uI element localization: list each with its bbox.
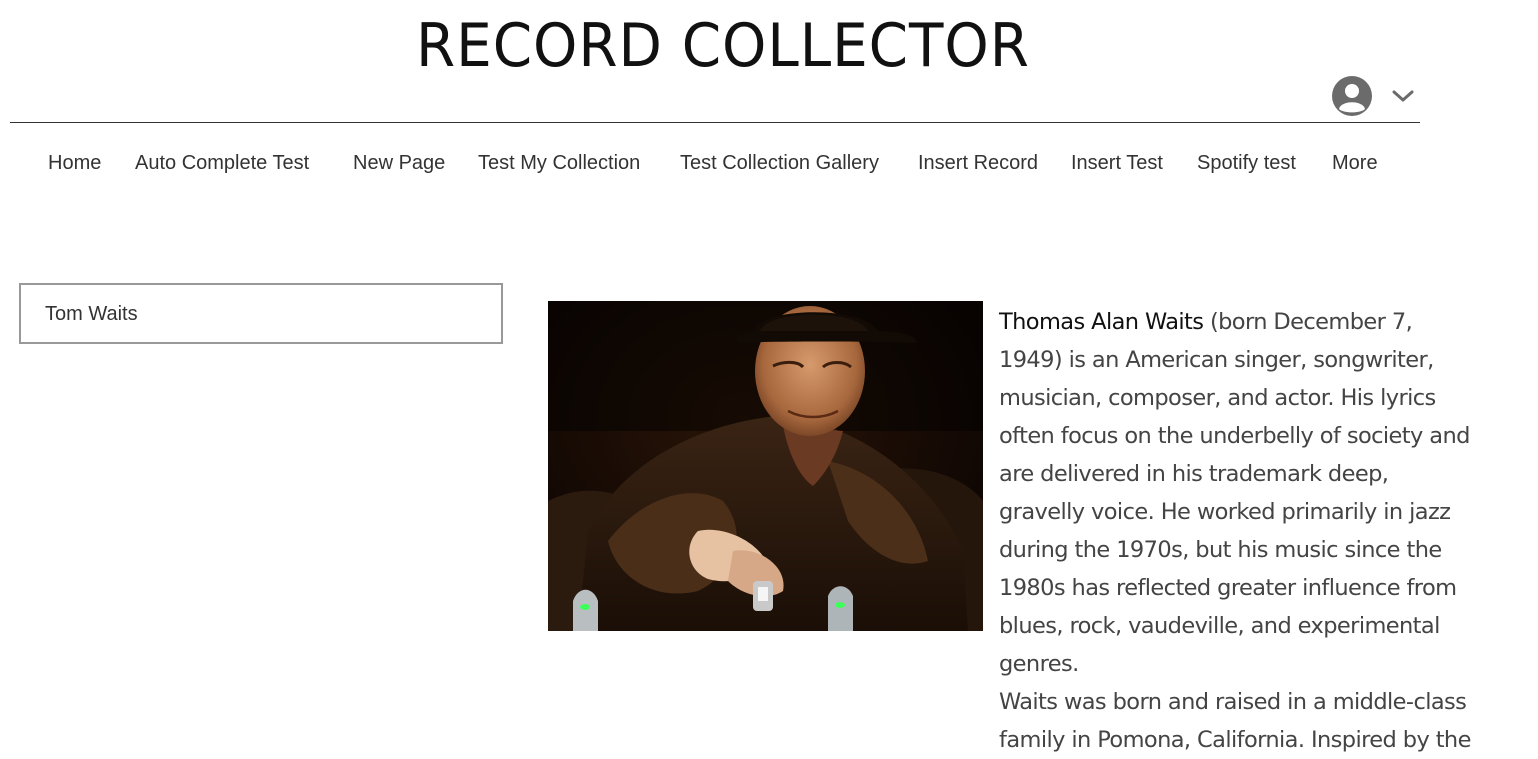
- artist-bio-text: 1949) is an American singer, songwriter,…: [999, 347, 1470, 677]
- artist-bio: Thomas Alan Waits (born December 7, 1949…: [999, 303, 1474, 759]
- artist-search-field[interactable]: [19, 283, 503, 344]
- chevron-down-icon[interactable]: [1390, 86, 1416, 106]
- main-nav: Home Auto Complete Test New Page Test My…: [0, 146, 1420, 182]
- nav-item-spotify-test[interactable]: Spotify test: [1197, 146, 1296, 182]
- nav-item-auto-complete-test[interactable]: Auto Complete Test: [135, 146, 309, 182]
- nav-item-insert-test[interactable]: Insert Test: [1071, 146, 1163, 182]
- nav-item-more[interactable]: More: [1332, 146, 1378, 182]
- artist-name: Thomas Alan Waits: [999, 309, 1204, 335]
- header-divider: [10, 122, 1420, 123]
- artist-photo: [548, 301, 983, 631]
- site-title[interactable]: RECORD COLLECTOR: [416, 8, 1029, 84]
- artist-bio-paragraph: Thomas Alan Waits (born December 7, 1949…: [999, 303, 1474, 683]
- artist-photo-image: [548, 301, 983, 631]
- nav-item-home[interactable]: Home: [48, 146, 101, 182]
- user-avatar-icon[interactable]: [1332, 76, 1372, 116]
- artist-bio-birth: (born December 7,: [1203, 309, 1413, 335]
- nav-item-test-collection-gallery[interactable]: Test Collection Gallery: [680, 146, 879, 182]
- nav-item-insert-record[interactable]: Insert Record: [918, 146, 1038, 182]
- nav-item-new-page[interactable]: New Page: [353, 146, 445, 182]
- nav-item-test-my-collection[interactable]: Test My Collection: [478, 146, 640, 182]
- artist-search-input[interactable]: [43, 285, 487, 344]
- user-menu[interactable]: [1330, 74, 1420, 118]
- artist-bio-paragraph-2: Waits was born and raised in a middle-cl…: [999, 689, 1471, 753]
